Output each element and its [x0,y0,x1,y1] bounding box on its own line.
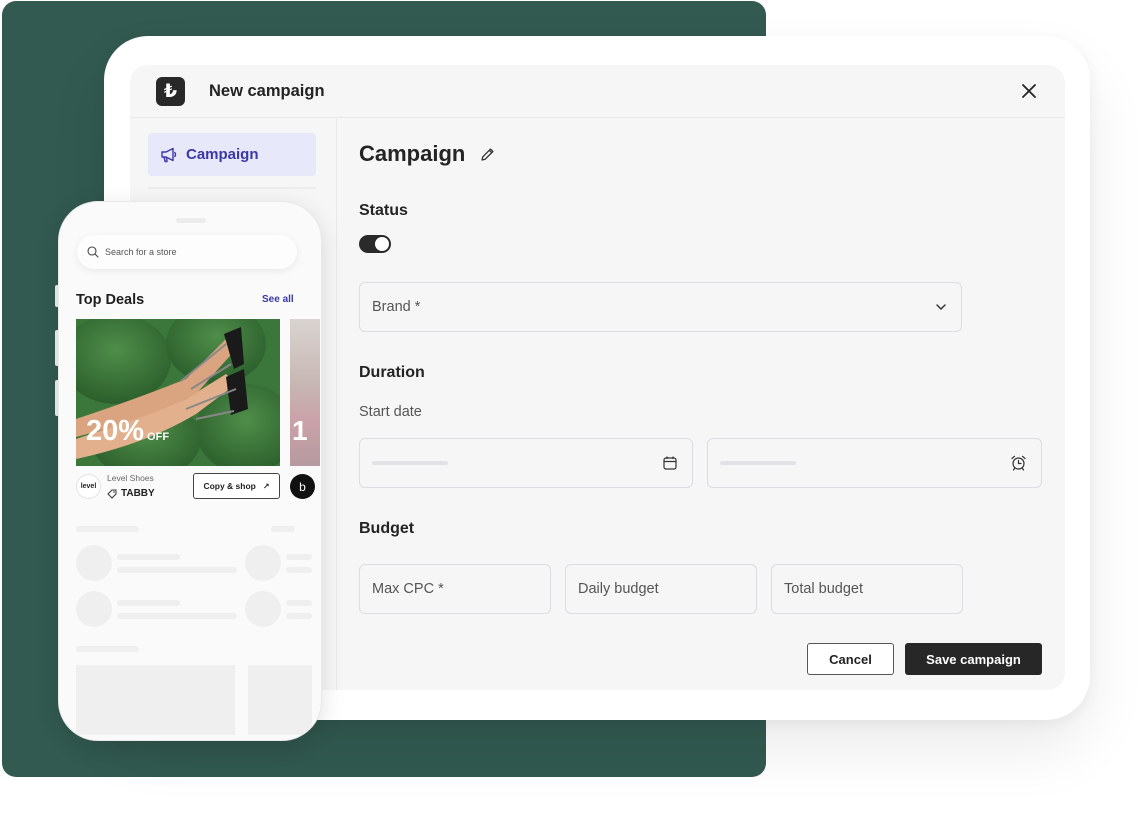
cancel-button[interactable]: Cancel [807,643,894,675]
promo-code: TABBY [107,488,155,499]
skeleton-line [286,554,312,560]
store-logo-2: b [290,474,315,499]
status-toggle[interactable] [359,235,391,253]
deal-image-2[interactable]: 1 [290,319,320,466]
campaign-form: Campaign Status Brand * Duration Start d… [359,119,1065,690]
top-deals-title: Top Deals [76,292,145,308]
brand-select[interactable]: Brand * [359,282,962,332]
skeleton-line [117,613,237,619]
time-placeholder [720,461,796,465]
store-logo: level [76,474,101,499]
see-all-link[interactable]: See all [262,294,294,305]
skeleton-line [286,567,312,573]
phone-preview: Search for a store Top Deals See all 20% [58,201,322,741]
brand-placeholder: Brand * [372,299,421,315]
max-cpc-placeholder: Max CPC * [372,581,444,597]
start-date-label: Start date [359,404,422,420]
copy-and-shop-button[interactable]: Copy & shop ↗ [193,473,280,499]
discount-badge: 20% OFF [86,415,169,448]
max-cpc-input[interactable]: Max CPC * [359,564,551,614]
sidebar-item-campaign[interactable]: Campaign [148,133,316,176]
total-budget-input[interactable]: Total budget [771,564,963,614]
save-campaign-button[interactable]: Save campaign [905,643,1042,675]
copy-and-shop-label: Copy & shop [203,481,256,491]
modal-header: ₺ New campaign [130,65,1065,118]
form-title: Campaign [359,141,466,166]
arrow-up-right-icon: ↗ [262,481,270,491]
date-placeholder [372,461,448,465]
skeleton-avatar [76,545,112,581]
skeleton-line [76,526,139,532]
daily-budget-input[interactable]: Daily budget [565,564,757,614]
search-icon [87,246,99,258]
start-time-input[interactable] [707,438,1042,488]
store-search-input[interactable]: Search for a store [77,235,297,269]
daily-budget-placeholder: Daily budget [578,581,659,597]
skeleton-line [117,554,180,560]
app-logo: ₺ [156,76,185,106]
status-label: Status [359,202,408,219]
phone-notch [176,218,206,223]
total-budget-placeholder: Total budget [784,581,864,597]
chevron-down-icon [936,304,946,311]
store-name: Level Shoes [107,473,154,483]
tag-icon [107,489,117,499]
skeleton-card [76,665,235,735]
start-date-input[interactable] [359,438,693,488]
toggle-knob [375,237,389,251]
skeleton-line [271,526,295,532]
search-placeholder: Search for a store [105,247,177,257]
skeleton-avatar [76,591,112,627]
pencil-icon[interactable] [479,146,496,163]
skeleton-avatar [245,591,281,627]
deal-image[interactable]: 20% OFF [76,319,280,466]
close-icon[interactable] [1019,81,1039,101]
discount-suffix: OFF [147,431,170,443]
budget-label: Budget [359,520,415,537]
duration-label: Duration [359,364,425,381]
skeleton-line [117,567,237,573]
skeleton-line [117,600,180,606]
promo-code-value: TABBY [121,488,155,499]
skeleton-line [286,613,312,619]
discount-value: 20% [86,415,145,447]
skeleton-line [76,646,139,652]
alarm-clock-icon[interactable] [1010,455,1027,472]
page-title: Campaign [359,141,496,167]
modal-title: New campaign [209,81,325,100]
skeleton-line [286,600,312,606]
sidebar-item-label: Campaign [186,146,259,163]
skeleton-avatar [245,545,281,581]
discount-value-2: 1 [292,415,308,446]
sidebar-divider [148,187,316,189]
skeleton-card [248,665,312,735]
megaphone-icon [161,147,177,162]
calendar-icon[interactable] [662,455,678,471]
